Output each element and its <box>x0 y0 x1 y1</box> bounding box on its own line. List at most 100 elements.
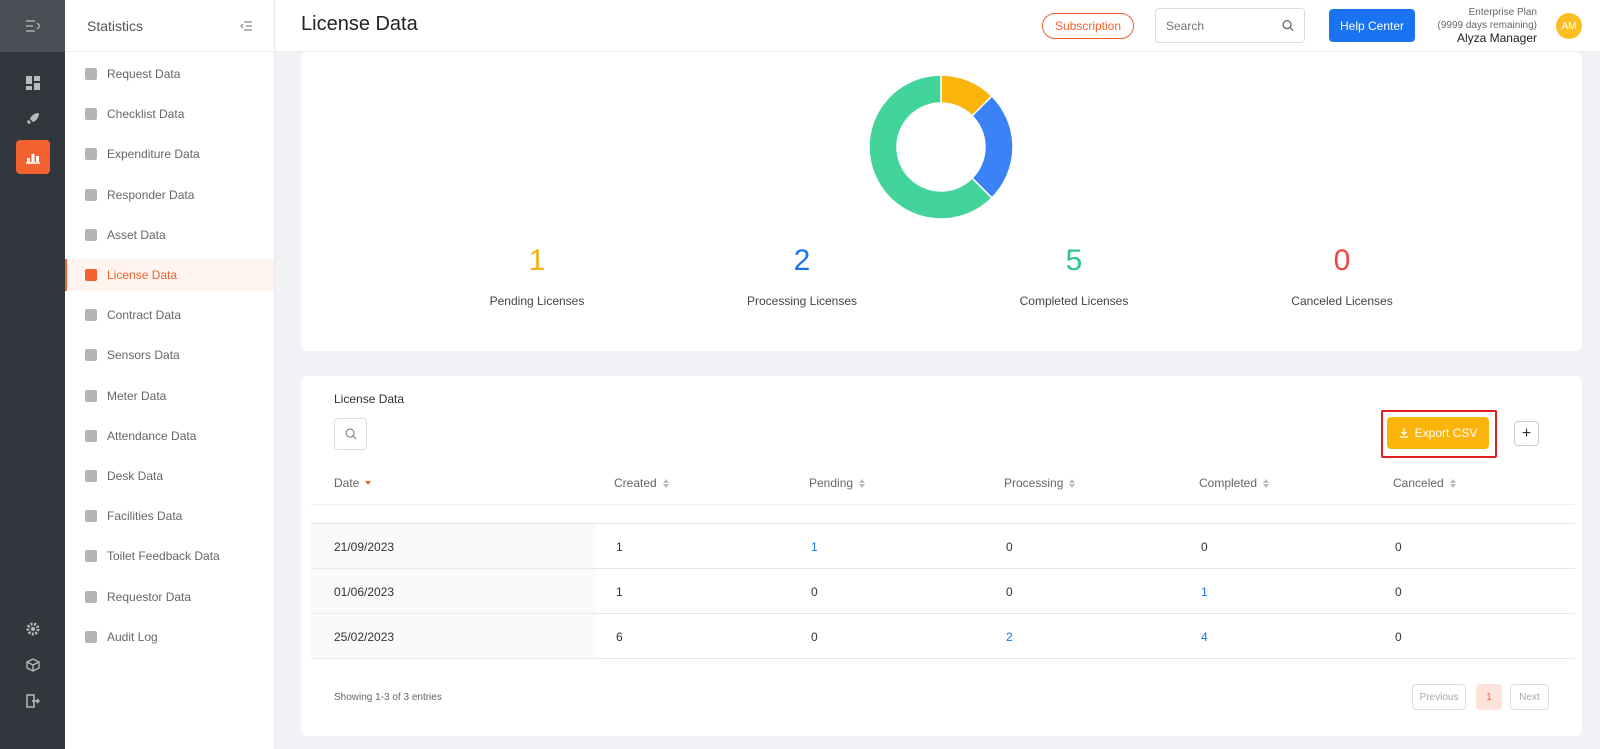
rail-rocket[interactable] <box>16 102 50 136</box>
license-table-card: License Data Export CSV + Date Created Pen… <box>301 376 1582 736</box>
sort-icon[interactable] <box>1449 478 1456 488</box>
rss-icon <box>85 349 97 362</box>
sidebar-item-sensors-data[interactable]: Sensors Data <box>65 339 274 371</box>
header-divider <box>311 504 1575 505</box>
cell-canceled: 0 <box>1395 540 1402 554</box>
stat-completed-licenses: 5 Completed Licenses <box>974 244 1174 308</box>
rail-logout[interactable] <box>16 684 50 718</box>
sidebar-item-label: Responder Data <box>107 187 195 202</box>
subscription-button[interactable]: Subscription <box>1042 13 1134 39</box>
cell-processing[interactable]: 2 <box>1006 630 1013 644</box>
sidebar-item-contract-data[interactable]: Contract Data <box>65 299 274 331</box>
sidebar-item-label: Desk Data <box>107 469 164 483</box>
cell-pending[interactable]: 1 <box>811 540 818 554</box>
smile-icon <box>85 590 97 603</box>
previous-page-button[interactable]: Previous <box>1412 684 1466 710</box>
column-header-created[interactable]: Created <box>614 476 669 490</box>
sidebar-item-license-data[interactable]: License Data <box>65 259 274 291</box>
stat-processing-licenses: 2 Processing Licenses <box>702 244 902 308</box>
column-header-processing[interactable]: Processing <box>1004 476 1076 490</box>
sidebar-item-meter-data[interactable]: Meter Data <box>65 380 274 412</box>
sort-icon[interactable] <box>1263 478 1270 488</box>
collapse-sidebar-icon[interactable] <box>240 20 252 31</box>
table-row: 21/09/2023 1 1 0 0 0 <box>311 524 1575 569</box>
rail-toggle[interactable] <box>0 0 65 52</box>
sort-down-icon <box>365 481 372 485</box>
stat-canceled-licenses: 0 Canceled Licenses <box>1242 244 1442 308</box>
search-icon[interactable] <box>1282 19 1294 32</box>
sidebar-item-desk-data[interactable]: Desk Data <box>65 460 274 492</box>
download-icon <box>1399 428 1408 438</box>
sidebar-item-facilities-data[interactable]: Facilities Data <box>65 500 274 532</box>
sidebar-item-label: Sensors Data <box>107 348 180 363</box>
sort-icon[interactable] <box>365 481 372 485</box>
cell-completed: 0 <box>1201 540 1208 554</box>
list-icon <box>85 550 97 563</box>
rail-dashboard[interactable] <box>16 66 50 100</box>
sort-down-icon <box>1449 483 1456 488</box>
rail-settings[interactable] <box>16 612 50 646</box>
column-header-pending[interactable]: Pending <box>809 476 866 490</box>
next-page-button[interactable]: Next <box>1510 684 1549 710</box>
sort-down-icon <box>859 483 866 488</box>
sidebar-item-label: License Data <box>107 268 178 282</box>
sort-icon[interactable] <box>859 478 866 488</box>
cell-processing: 0 <box>1006 585 1013 599</box>
avatar[interactable]: AM <box>1556 13 1582 39</box>
sidebar-item-request-data[interactable]: Request Data <box>65 58 274 90</box>
sidebar-item-requestor-data[interactable]: Requestor Data <box>65 581 274 613</box>
cell-canceled: 0 <box>1395 585 1402 599</box>
page-1-button[interactable]: 1 <box>1476 684 1502 710</box>
rail-cube[interactable] <box>16 648 50 682</box>
sort-icon[interactable] <box>662 478 669 488</box>
sidebar-item-label: Facilities Data <box>107 509 183 524</box>
table-title: License Data <box>334 392 405 406</box>
checklist-icon <box>85 108 97 121</box>
menu-unfold-icon[interactable] <box>25 20 40 32</box>
table-search-button[interactable] <box>334 418 367 450</box>
cell-created: 1 <box>616 540 623 554</box>
donut-slice-processing-licenses[interactable] <box>971 95 1014 199</box>
table-row: 01/06/2023 1 0 0 1 0 <box>311 569 1575 614</box>
column-header-completed[interactable]: Completed <box>1199 476 1270 490</box>
column-header-label: Canceled <box>1393 476 1444 490</box>
sidebar-item-responder-data[interactable]: Responder Data <box>65 179 274 211</box>
sidebar-item-label: Checklist Data <box>107 107 185 122</box>
column-header-canceled[interactable]: Canceled <box>1393 476 1456 490</box>
calendar-plus-icon <box>85 510 97 523</box>
rail-statistics[interactable] <box>16 140 50 174</box>
cell-completed[interactable]: 4 <box>1201 630 1208 644</box>
desk-icon <box>85 470 97 482</box>
cell-processing: 0 <box>1006 540 1013 554</box>
export-highlight: Export CSV <box>1381 410 1497 458</box>
export-csv-button[interactable]: Export CSV <box>1387 417 1489 449</box>
sort-up-icon <box>859 478 866 483</box>
document-icon <box>85 630 97 643</box>
sidebar-item-checklist-data[interactable]: Checklist Data <box>65 98 274 130</box>
top-header: License Data Subscription Help Center En… <box>275 0 1600 52</box>
page-title: License Data <box>301 13 418 35</box>
sidebar-item-expenditure-data[interactable]: Expenditure Data <box>65 138 274 170</box>
sidebar-item-asset-data[interactable]: Asset Data <box>65 219 274 251</box>
stat-label: Pending Licenses <box>489 294 585 308</box>
search-input[interactable] <box>1166 18 1276 33</box>
sort-down-icon <box>1263 483 1270 488</box>
plan-info: Enterprise Plan (9999 days remaining) Al… <box>1438 6 1538 45</box>
sidebar-item-label: Asset Data <box>107 227 166 242</box>
plan-name: Enterprise Plan <box>1468 7 1537 18</box>
cell-created: 1 <box>616 585 623 599</box>
cell-completed[interactable]: 1 <box>1201 585 1208 599</box>
sidebar-title: Statistics <box>87 17 144 34</box>
add-button[interactable]: + <box>1514 421 1539 446</box>
sidebar-item-toilet-feedback-data[interactable]: Toilet Feedback Data <box>65 540 274 572</box>
sidebar-item-attendance-data[interactable]: Attendance Data <box>65 420 274 452</box>
sort-icon[interactable] <box>1069 478 1076 488</box>
settings-icon <box>26 622 40 636</box>
stat-value: 2 <box>793 244 811 277</box>
stat-value: 0 <box>1333 244 1351 277</box>
sidebar-item-audit-log[interactable]: Audit Log <box>65 621 274 653</box>
sidebar-item-label: Requestor Data <box>107 589 192 604</box>
help-center-button[interactable]: Help Center <box>1329 9 1415 42</box>
column-header-date[interactable]: Date <box>334 476 372 490</box>
user-name[interactable]: Alyza Manager <box>1438 32 1537 45</box>
